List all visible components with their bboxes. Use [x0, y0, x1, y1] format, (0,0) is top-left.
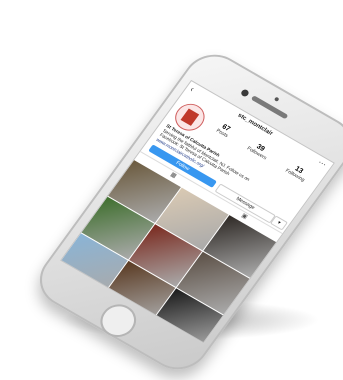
sensor-dot [273, 96, 280, 102]
stat-posts[interactable]: 67 Posts [215, 122, 234, 139]
stat-following[interactable]: 13 Following [284, 162, 310, 183]
front-camera [239, 88, 251, 98]
stat-followers[interactable]: 39 Followers [246, 140, 272, 161]
more-dots-icon[interactable]: ··· [316, 158, 328, 169]
church-logo [180, 108, 200, 126]
scene: ‹ stc_montclair ··· 67 Posts 39 Followers … [0, 0, 343, 380]
back-chevron-icon[interactable]: ‹ [188, 85, 196, 94]
instagram-profile-screen: ‹ stc_montclair ··· 67 Posts 39 Followers … [59, 79, 335, 344]
earpiece [250, 95, 289, 120]
home-button[interactable] [93, 298, 144, 344]
